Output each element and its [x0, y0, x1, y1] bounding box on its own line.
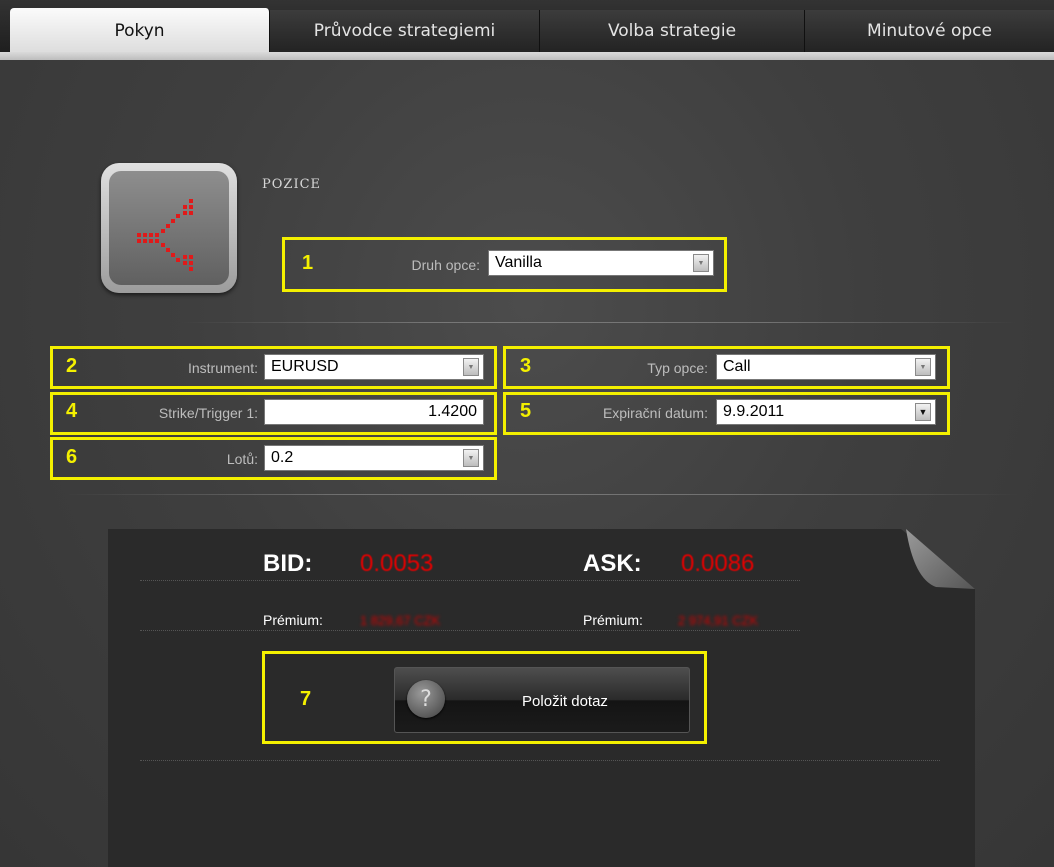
- ask-value: 0.0086: [681, 550, 755, 577]
- expirace-value: 9.9.2011: [723, 403, 785, 420]
- divider: [140, 580, 800, 581]
- trading-panel: Pokyn Průvodce strategiemi Volba strateg…: [0, 0, 1054, 867]
- lotu-label: Lotů:: [226, 451, 258, 467]
- instrument-select[interactable]: EURUSD ▼: [264, 354, 484, 380]
- annotation-5: 5: [520, 400, 532, 422]
- chevron-down-icon[interactable]: ▼: [463, 358, 479, 376]
- divider: [140, 760, 940, 761]
- instrument-value: EURUSD: [271, 358, 339, 375]
- ask-premium-value: 2 974,91 CZK: [678, 613, 759, 628]
- annotation-4: 4: [66, 400, 78, 422]
- annotation-2: 2: [66, 355, 78, 377]
- divider: [180, 322, 1020, 323]
- annotation-6: 6: [66, 446, 78, 468]
- druh-opce-select[interactable]: Vanilla ▼: [488, 250, 714, 276]
- chevron-down-icon[interactable]: ▼: [915, 358, 931, 376]
- ask-premium-label: Prémium:: [583, 612, 643, 628]
- instrument-label: Instrument:: [187, 360, 258, 376]
- expirace-label: Expirační datum:: [602, 405, 708, 421]
- tab-underline: [0, 52, 1054, 60]
- split-arrow-icon: [137, 199, 193, 271]
- divider: [60, 494, 1020, 495]
- annotation-1: 1: [302, 252, 314, 274]
- chevron-down-icon[interactable]: ▼: [463, 449, 479, 467]
- question-icon: ?: [407, 680, 445, 718]
- strike-input[interactable]: 1.4200: [264, 399, 484, 425]
- lotu-value: 0.2: [271, 449, 294, 466]
- ask-quote-button-label: Položit dotaz: [522, 692, 608, 710]
- tab-pruvodce-strategiemi[interactable]: Průvodce strategiemi: [270, 10, 540, 52]
- bid-label: BID:: [263, 550, 313, 577]
- lotu-select[interactable]: 0.2 ▼: [264, 445, 484, 471]
- strike-value: 1.4200: [428, 403, 477, 420]
- druh-opce-label: Druh opce:: [411, 257, 480, 273]
- tab-pokyn[interactable]: Pokyn: [10, 8, 270, 54]
- typ-opce-select[interactable]: Call ▼: [716, 354, 936, 380]
- tab-volba-strategie[interactable]: Volba strategie: [540, 10, 805, 52]
- calendar-dropdown-icon[interactable]: ▼: [915, 403, 931, 421]
- ask-quote-button[interactable]: ? Položit dotaz: [394, 667, 690, 733]
- annotation-3: 3: [520, 355, 532, 377]
- typ-opce-label: Typ opce:: [647, 360, 708, 376]
- tab-bar: Pokyn Průvodce strategiemi Volba strateg…: [0, 0, 1054, 54]
- divider: [140, 630, 800, 631]
- expirace-date-picker[interactable]: 9.9.2011 ▼: [716, 399, 936, 425]
- strike-label: Strike/Trigger 1:: [158, 405, 258, 421]
- chevron-down-icon[interactable]: ▼: [693, 254, 709, 272]
- bid-value: 0.0053: [360, 550, 434, 577]
- tab-minutove-opce[interactable]: Minutové opce: [805, 10, 1054, 52]
- page-curl-icon: [906, 529, 975, 589]
- section-title: POZICE: [262, 177, 322, 192]
- bid-premium-label: Prémium:: [263, 612, 323, 628]
- bid-premium-value: 1 829,67 CZK: [360, 613, 441, 628]
- ask-label: ASK:: [583, 550, 642, 577]
- typ-opce-value: Call: [723, 358, 751, 375]
- druh-opce-value: Vanilla: [495, 254, 542, 271]
- position-icon: [101, 163, 237, 293]
- annotation-7: 7: [300, 688, 312, 710]
